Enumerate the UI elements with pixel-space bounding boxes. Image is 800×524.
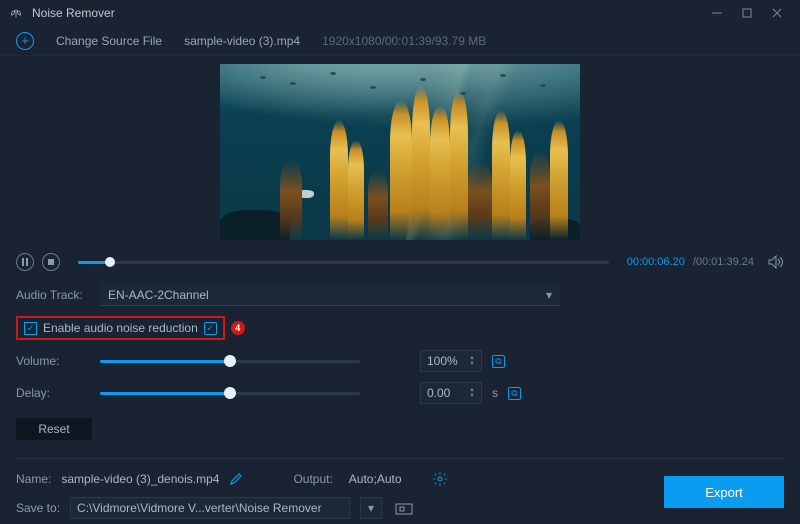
enable-noise-reduction-highlight: ✓ Enable audio noise reduction ✓ 4 xyxy=(16,316,225,340)
delay-input[interactable]: 0.00 ▲▼ xyxy=(420,382,482,404)
volume-apply-all-icon[interactable]: ⧉ xyxy=(492,355,505,368)
add-source-icon[interactable]: + xyxy=(16,32,34,50)
audio-track-value: EN-AAC-2Channel xyxy=(108,288,209,302)
delay-unit: s xyxy=(492,386,498,400)
delay-value: 0.00 xyxy=(427,386,450,400)
volume-thumb[interactable] xyxy=(224,355,236,367)
delay-spinners[interactable]: ▲▼ xyxy=(469,387,475,399)
enable-noise-label: Enable audio noise reduction xyxy=(43,321,198,335)
current-time: 00:00:06.20 xyxy=(627,256,685,268)
delay-label: Delay: xyxy=(16,386,90,400)
edit-name-icon[interactable] xyxy=(229,472,243,486)
total-time: /00:01:39.24 xyxy=(693,256,754,268)
audio-track-select[interactable]: EN-AAC-2Channel ▾ xyxy=(100,284,560,306)
volume-value: 100% xyxy=(427,354,458,368)
maximize-button[interactable] xyxy=(732,3,762,23)
output-label: Output: xyxy=(293,472,332,486)
saveto-dropdown[interactable]: ▾ xyxy=(360,497,382,519)
output-settings-icon[interactable] xyxy=(432,471,448,487)
change-source-button[interactable]: Change Source File xyxy=(56,34,162,48)
video-preview[interactable] xyxy=(220,64,580,240)
apply-all-icon[interactable]: ✓ xyxy=(204,322,217,335)
annotation-badge: 4 xyxy=(231,321,245,335)
progress-thumb[interactable] xyxy=(105,257,115,267)
close-button[interactable] xyxy=(762,3,792,23)
enable-noise-checkbox[interactable]: ✓ xyxy=(24,322,37,335)
volume-label: Volume: xyxy=(16,354,90,368)
chevron-down-icon: ▾ xyxy=(546,288,552,302)
delay-slider[interactable] xyxy=(100,392,360,395)
volume-icon[interactable] xyxy=(768,255,784,269)
source-filename: sample-video (3).mp4 xyxy=(184,34,300,48)
window-title: Noise Remover xyxy=(32,6,702,20)
export-button[interactable]: Export xyxy=(664,476,784,508)
source-metadata: 1920x1080/00:01:39/93.79 MB xyxy=(322,34,486,48)
pause-button[interactable] xyxy=(16,253,34,271)
delay-apply-all-icon[interactable]: ⧉ xyxy=(508,387,521,400)
volume-spinners[interactable]: ▲▼ xyxy=(469,355,475,367)
delay-thumb[interactable] xyxy=(224,387,236,399)
minimize-button[interactable] xyxy=(702,3,732,23)
progress-bar[interactable] xyxy=(78,261,609,264)
saveto-path[interactable]: C:\Vidmore\Vidmore V...verter\Noise Remo… xyxy=(70,497,350,519)
stop-button[interactable] xyxy=(42,253,60,271)
name-label: Name: xyxy=(16,472,51,486)
reset-button[interactable]: Reset xyxy=(16,418,92,440)
open-folder-icon[interactable] xyxy=(392,497,416,519)
saveto-label: Save to: xyxy=(16,501,60,515)
volume-slider[interactable] xyxy=(100,360,360,363)
output-value: Auto;Auto xyxy=(349,472,402,486)
app-icon xyxy=(8,5,24,21)
volume-input[interactable]: 100% ▲▼ xyxy=(420,350,482,372)
audio-track-label: Audio Track: xyxy=(16,288,90,302)
name-value: sample-video (3)_denois.mp4 xyxy=(61,472,219,487)
